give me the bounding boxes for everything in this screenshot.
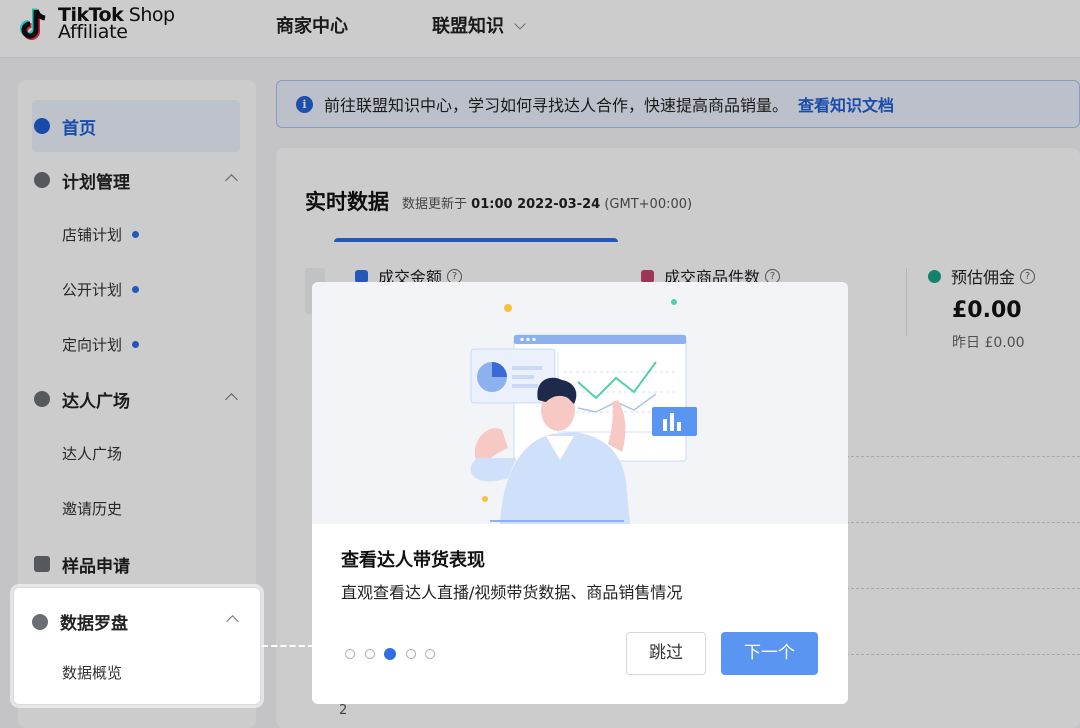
sidebar-item-data-compass-highlight[interactable]: 数据罗盘 数据概览 (13, 587, 261, 705)
sidebar-item-label: 数据罗盘 (60, 614, 128, 634)
tour-connector-line (262, 645, 314, 647)
step-dot-3-active[interactable] (384, 648, 396, 660)
step-dot-1[interactable] (345, 649, 355, 659)
chevron-up-icon (226, 615, 239, 628)
sidebar-item-data-compass[interactable]: 数据罗盘 (32, 609, 128, 634)
modal-title: 查看达人带货表现 (341, 550, 485, 571)
tour-step-indicator (345, 648, 445, 660)
next-button[interactable]: 下一个 (721, 632, 818, 675)
onboarding-tour-modal: 查看达人带货表现 直观查看达人直播/视频带货数据、商品销售情况 跳过 下一个 (312, 282, 848, 704)
creator-performance-illustration (312, 282, 848, 524)
step-dot-4[interactable] (405, 649, 416, 659)
modal-description: 直观查看达人直播/视频带货数据、商品销售情况 (341, 583, 683, 602)
compass-icon (32, 613, 48, 630)
sidebar-subitem-data-overview[interactable]: 数据概览 (62, 662, 122, 683)
skip-button[interactable]: 跳过 (626, 632, 706, 675)
step-dot-5[interactable] (425, 649, 435, 659)
step-dot-2[interactable] (364, 649, 375, 659)
illustration-svg (470, 299, 697, 524)
